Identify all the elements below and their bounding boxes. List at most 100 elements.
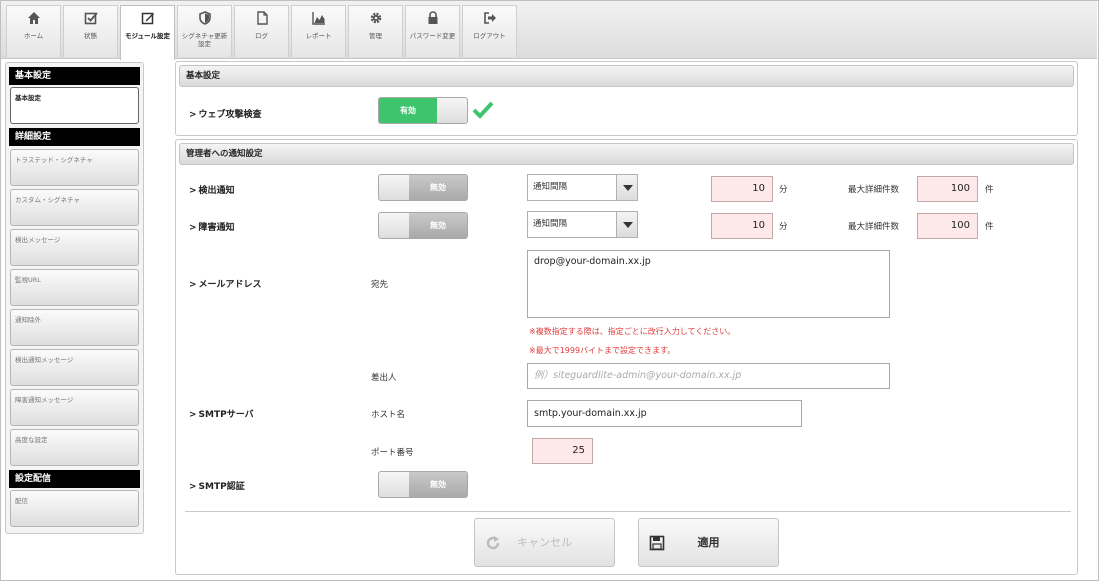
web-attack-label: > ウェブ攻撃検査 bbox=[189, 107, 262, 120]
fault-max-label: 最大詳細件数 bbox=[848, 222, 900, 232]
tab-label: モジュール設定 bbox=[124, 32, 171, 40]
notify-settings-panel: 管理者への通知設定 bbox=[175, 139, 1078, 575]
smtp-server-label-text: SMTPサーバ bbox=[198, 410, 254, 420]
sender-input[interactable]: 例）siteguardlite-admin@your-domain.xx.jp bbox=[527, 363, 890, 389]
detect-minutes-unit: 分 bbox=[779, 185, 788, 195]
select-value: 通知間隔 bbox=[533, 219, 568, 229]
cancel-button[interactable]: キャンセル bbox=[474, 518, 615, 567]
toggle-off-label: 無効 bbox=[409, 472, 467, 497]
gear-icon bbox=[370, 12, 381, 24]
tab-home[interactable]: ホーム bbox=[6, 5, 61, 57]
tab-logout[interactable]: ログアウト bbox=[462, 5, 517, 57]
sender-placeholder: 例）siteguardlite-admin@your-domain.xx.jp bbox=[534, 370, 742, 381]
smtp-auth-label-text: SMTP認証 bbox=[198, 482, 245, 492]
smtp-auth-label: > SMTP認証 bbox=[189, 479, 245, 492]
chevron-right-icon: > bbox=[189, 280, 197, 290]
basic-settings-panel: 基本設定 bbox=[175, 61, 1078, 136]
tab-label: ログ bbox=[255, 32, 268, 40]
notify-settings-header: 管理者への通知設定 bbox=[179, 143, 1074, 165]
smtp-auth-toggle[interactable]: 無効 bbox=[378, 471, 468, 498]
fault-interval-select[interactable]: 通知間隔 bbox=[527, 211, 638, 238]
sidebar-item-detect-notify-message[interactable]: 検出通知メッセージ bbox=[10, 349, 139, 386]
web-attack-toggle[interactable]: 有効 bbox=[378, 97, 468, 124]
sidebar-section-detail: 詳細設定 bbox=[9, 128, 140, 146]
tab-report[interactable]: レポート bbox=[291, 5, 346, 57]
apply-button[interactable]: 適用 bbox=[638, 518, 779, 567]
sender-label: 差出人 bbox=[371, 373, 397, 383]
tab-label: ホーム bbox=[23, 32, 44, 40]
recipient-note-maxbytes: ※最大で1999バイトまで設定できます。 bbox=[529, 346, 676, 355]
chevron-right-icon: > bbox=[189, 223, 197, 233]
sidebar-item-notify-exclusion[interactable]: 通知除外 bbox=[10, 309, 139, 346]
fault-minutes-unit: 分 bbox=[779, 222, 788, 232]
host-label: ホスト名 bbox=[371, 410, 406, 420]
toggle-off-label: 無効 bbox=[409, 213, 467, 238]
tab-label: 状態 bbox=[84, 32, 97, 40]
tab-status[interactable]: 状態 bbox=[63, 5, 118, 57]
sidebar-item-custom-signature[interactable]: カスタム・シグネチャ bbox=[10, 189, 139, 226]
logout-icon bbox=[483, 12, 496, 24]
detect-minutes-input[interactable]: 10 bbox=[711, 176, 773, 202]
checkbox-icon bbox=[84, 12, 98, 25]
port-input[interactable]: 25 bbox=[532, 438, 593, 464]
toggle-off-label: 無効 bbox=[409, 175, 467, 200]
detect-max-label: 最大詳細件数 bbox=[848, 185, 900, 195]
web-attack-label-text: ウェブ攻撃検査 bbox=[198, 110, 262, 120]
sidebar: 基本設定 基本設定 詳細設定 トラステッド・シグネチャ カスタム・シグネチャ 検… bbox=[5, 62, 144, 534]
basic-settings-header: 基本設定 bbox=[179, 65, 1074, 87]
recipient-label: 宛先 bbox=[371, 280, 389, 290]
detect-interval-select[interactable]: 通知間隔 bbox=[527, 174, 638, 201]
tab-label: ログアウト bbox=[473, 32, 506, 40]
chevron-right-icon: > bbox=[189, 186, 197, 196]
cancel-button-label: キャンセル bbox=[517, 536, 572, 549]
fault-notify-toggle[interactable]: 無効 bbox=[378, 212, 468, 239]
sidebar-item-trusted-signature[interactable]: トラステッド・シグネチャ bbox=[10, 149, 139, 186]
host-input[interactable]: smtp.your-domain.xx.jp bbox=[527, 400, 802, 427]
sidebar-item-fault-notify-message[interactable]: 障害通知メッセージ bbox=[10, 389, 139, 426]
detect-notify-label: > 検出通知 bbox=[189, 183, 235, 196]
tab-password-change[interactable]: パスワード変更 bbox=[405, 5, 460, 57]
tab-label: パスワード変更 bbox=[409, 32, 456, 40]
chevron-right-icon: > bbox=[189, 482, 197, 492]
actions-divider bbox=[185, 511, 1071, 512]
shield-icon bbox=[198, 11, 211, 25]
tab-log[interactable]: ログ bbox=[234, 5, 289, 57]
tab-admin[interactable]: 管理 bbox=[348, 5, 403, 57]
tab-module-settings[interactable]: モジュール設定 bbox=[120, 5, 175, 60]
sidebar-section-distribution: 設定配信 bbox=[9, 470, 140, 488]
detect-notify-label-text: 検出通知 bbox=[198, 186, 235, 196]
check-icon bbox=[472, 101, 494, 119]
chevron-down-icon bbox=[616, 212, 637, 237]
top-nav: ホーム 状態 モジュール設定 シグネチャ更新設定 ログ レポート 管理 パスワー… bbox=[1, 1, 1097, 60]
mail-address-label: > メールアドレス bbox=[189, 277, 262, 290]
chart-icon bbox=[311, 12, 325, 25]
recipient-note-multiple: ※複数指定する際は、指定ごとに改行入力してください。 bbox=[529, 327, 736, 336]
port-label: ポート番号 bbox=[371, 448, 414, 458]
detect-max-input[interactable]: 100 bbox=[917, 176, 978, 202]
select-value: 通知間隔 bbox=[533, 182, 568, 192]
file-icon bbox=[256, 11, 268, 25]
apply-button-label: 適用 bbox=[697, 536, 720, 549]
fault-notify-label: > 障害通知 bbox=[189, 220, 235, 233]
recipient-textarea[interactable]: drop@your-domain.xx.jp bbox=[527, 250, 890, 318]
mail-address-label-text: メールアドレス bbox=[198, 280, 262, 290]
tab-signature-update[interactable]: シグネチャ更新設定 bbox=[177, 5, 232, 57]
detect-max-unit: 件 bbox=[985, 185, 994, 195]
tab-label: 管理 bbox=[369, 32, 382, 40]
sidebar-item-basic-settings[interactable]: 基本設定 bbox=[10, 87, 139, 124]
chevron-right-icon: > bbox=[189, 410, 197, 420]
toggle-on-label: 有効 bbox=[379, 98, 437, 123]
sidebar-item-detection-message[interactable]: 検出メッセージ bbox=[10, 229, 139, 266]
fault-notify-label-text: 障害通知 bbox=[198, 223, 235, 233]
sidebar-item-distribution[interactable]: 配信 bbox=[10, 490, 139, 527]
fault-minutes-input[interactable]: 10 bbox=[711, 213, 773, 239]
sidebar-item-advanced-settings[interactable]: 高度な設定 bbox=[10, 429, 139, 466]
lock-icon bbox=[428, 11, 437, 24]
sidebar-item-monitor-url[interactable]: 監視URL bbox=[10, 269, 139, 306]
sidebar-section-basic: 基本設定 bbox=[9, 67, 140, 85]
tab-label: レポート bbox=[305, 32, 332, 40]
fault-max-unit: 件 bbox=[985, 222, 994, 232]
tab-label: シグネチャ更新設定 bbox=[181, 32, 228, 48]
detect-notify-toggle[interactable]: 無効 bbox=[378, 174, 468, 201]
fault-max-input[interactable]: 100 bbox=[917, 213, 978, 239]
